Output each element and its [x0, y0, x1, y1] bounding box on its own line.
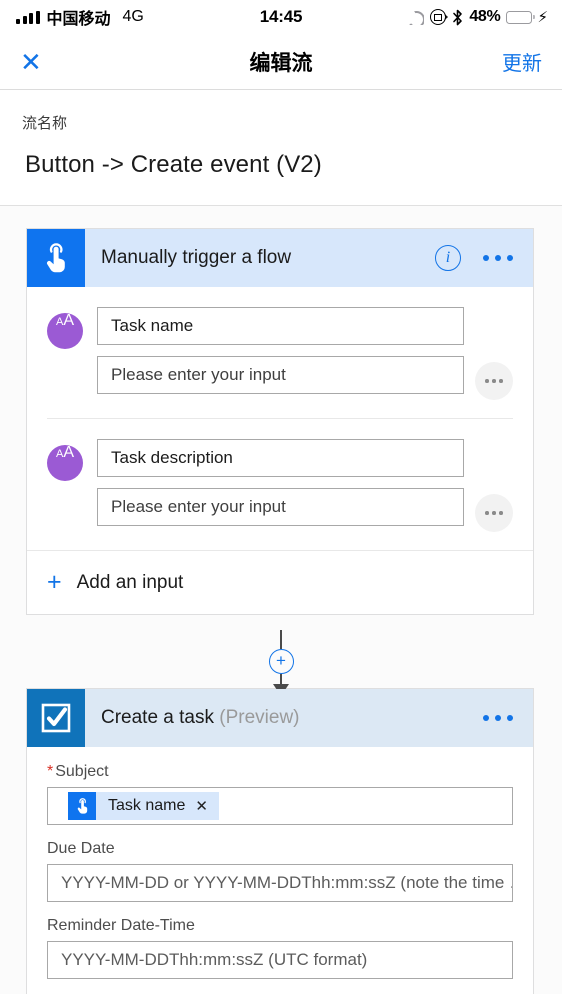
- due-date-field-label: Due Date: [47, 840, 115, 857]
- connector-line: [280, 629, 282, 649]
- flow-canvas: Manually trigger a flow i AA Task name P…: [0, 205, 562, 994]
- input-group: AA Task description Please enter your in…: [47, 418, 513, 550]
- remove-token-icon[interactable]: ✕: [195, 799, 219, 814]
- checkbox-checked-icon: [27, 689, 85, 747]
- update-button[interactable]: 更新: [502, 47, 542, 76]
- input-name-field[interactable]: Task description: [97, 439, 464, 477]
- trigger-card: Manually trigger a flow i AA Task name P…: [26, 228, 534, 615]
- plus-icon: +: [47, 568, 62, 596]
- carrier-label: 中国移动: [46, 11, 111, 28]
- input-placeholder-field[interactable]: Please enter your input: [97, 488, 464, 526]
- info-icon[interactable]: i: [435, 245, 461, 271]
- action-card-preview-badge: (Preview): [219, 707, 300, 728]
- navigation-bar: ✕ 编辑流 更新: [0, 34, 562, 89]
- trigger-card-title: Manually trigger a flow: [101, 247, 292, 268]
- due-date-field[interactable]: YYYY-MM-DD or YYYY-MM-DDThh:mm:ssZ (note…: [47, 864, 513, 902]
- status-bar: 中国移动 4G 14:45 48% ⚡: [0, 0, 562, 34]
- flow-name-input[interactable]: Button -> Create event (V2): [22, 151, 540, 179]
- input-more-icon[interactable]: [475, 494, 513, 532]
- flow-name-section: 流名称 Button -> Create event (V2): [0, 90, 562, 205]
- rotation-lock-icon: [430, 9, 447, 25]
- required-marker: *: [47, 763, 54, 780]
- trigger-card-header-actions: i: [435, 245, 533, 271]
- add-input-label: Add an input: [76, 571, 184, 593]
- trigger-card-body: AA Task name Please enter your input AA …: [27, 287, 533, 550]
- tap-hand-icon: [68, 792, 96, 820]
- subject-label-text: Subject: [55, 763, 109, 780]
- status-bar-left: 中国移动 4G: [16, 5, 144, 29]
- dynamic-content-token[interactable]: Task name ✕: [68, 792, 219, 820]
- reminder-date-time-field[interactable]: YYYY-MM-DDThh:mm:ssZ (UTC format): [47, 941, 513, 979]
- tap-hand-icon: [27, 229, 85, 287]
- text-input-type-icon: AA: [47, 445, 83, 481]
- subject-field-label: * Subject: [47, 763, 513, 781]
- trigger-card-more-icon[interactable]: [483, 255, 513, 261]
- charging-bolt-icon: ⚡: [537, 8, 548, 26]
- action-card-header-actions: [483, 715, 533, 721]
- input-more-icon[interactable]: [475, 362, 513, 400]
- action-card-body: * Subject Task name ✕ Due Date YYYY-MM-DD…: [27, 747, 533, 994]
- close-icon[interactable]: ✕: [20, 49, 50, 75]
- input-fields: Task name Please enter your input: [97, 307, 464, 394]
- input-name-field[interactable]: Task name: [97, 307, 464, 345]
- moon-icon: [409, 9, 425, 25]
- flow-connector: +: [26, 615, 536, 696]
- action-card-title: Create a task (Preview): [101, 707, 300, 729]
- status-bar-right: 48% ⚡: [409, 8, 548, 26]
- flow-name-label: 流名称: [22, 115, 68, 132]
- subject-field[interactable]: Task name ✕: [47, 787, 513, 825]
- network-type-label: 4G: [122, 8, 144, 25]
- action-card: Create a task (Preview) * Subject Task n…: [26, 688, 534, 994]
- action-card-more-icon[interactable]: [483, 715, 513, 721]
- page-title: 编辑流: [249, 51, 313, 75]
- battery-icon: [506, 10, 535, 24]
- bluetooth-icon: [452, 9, 463, 26]
- text-input-type-icon: AA: [47, 313, 83, 349]
- signal-bars-icon: [16, 10, 40, 24]
- reminder-date-time-field-label: Reminder Date-Time: [47, 917, 195, 934]
- token-label: Task name: [108, 797, 186, 814]
- action-card-header[interactable]: Create a task (Preview): [27, 689, 533, 747]
- battery-percent-label: 48%: [469, 8, 501, 25]
- input-group: AA Task name Please enter your input: [47, 287, 513, 418]
- insert-step-button[interactable]: +: [268, 648, 294, 674]
- input-placeholder-field[interactable]: Please enter your input: [97, 356, 464, 394]
- input-fields: Task description Please enter your input: [97, 439, 464, 526]
- trigger-card-header[interactable]: Manually trigger a flow i: [27, 229, 533, 287]
- add-input-button[interactable]: + Add an input: [27, 550, 533, 614]
- action-card-title-text: Create a task: [101, 707, 214, 728]
